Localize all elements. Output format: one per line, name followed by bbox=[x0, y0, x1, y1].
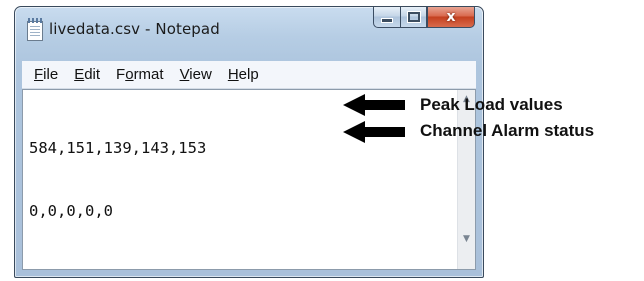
window-title: livedata.csv - Notepad bbox=[49, 20, 220, 38]
notepad-icon bbox=[27, 18, 43, 41]
annotation-peak-load: Peak Load values bbox=[420, 95, 563, 114]
menu-help[interactable]: Help bbox=[228, 66, 259, 83]
text-editor[interactable]: 584,151,139,143,153 0,0,0,0,0 ▲ ▼ bbox=[22, 89, 476, 270]
caption-buttons: x bbox=[373, 7, 475, 31]
vertical-scrollbar[interactable]: ▲ ▼ bbox=[457, 90, 475, 269]
maximize-button[interactable] bbox=[400, 7, 427, 28]
menu-format[interactable]: Format bbox=[116, 66, 164, 83]
arrow-left-icon bbox=[343, 121, 405, 143]
close-button[interactable]: x bbox=[427, 7, 475, 28]
title-bar[interactable]: livedata.csv - Notepad x bbox=[15, 7, 483, 53]
editor-text[interactable]: 584,151,139,143,153 0,0,0,0,0 bbox=[29, 96, 206, 264]
minimize-button[interactable] bbox=[373, 7, 400, 28]
notepad-window: livedata.csv - Notepad x File Edit Forma… bbox=[14, 6, 484, 278]
menu-bar: File Edit Format View Help bbox=[22, 61, 476, 89]
maximize-icon bbox=[406, 11, 421, 23]
editor-line: 584,151,139,143,153 bbox=[29, 139, 207, 157]
menu-file[interactable]: File bbox=[34, 66, 58, 83]
arrow-left-icon bbox=[343, 94, 405, 116]
menu-edit[interactable]: Edit bbox=[74, 66, 100, 83]
editor-line: 0,0,0,0,0 bbox=[29, 202, 113, 220]
annotation-channel-alarm: Channel Alarm status bbox=[420, 121, 595, 140]
close-icon: x bbox=[446, 9, 456, 25]
minimize-icon bbox=[381, 18, 393, 23]
scroll-down-arrow-icon[interactable]: ▼ bbox=[458, 230, 475, 247]
menu-view[interactable]: View bbox=[180, 66, 212, 83]
